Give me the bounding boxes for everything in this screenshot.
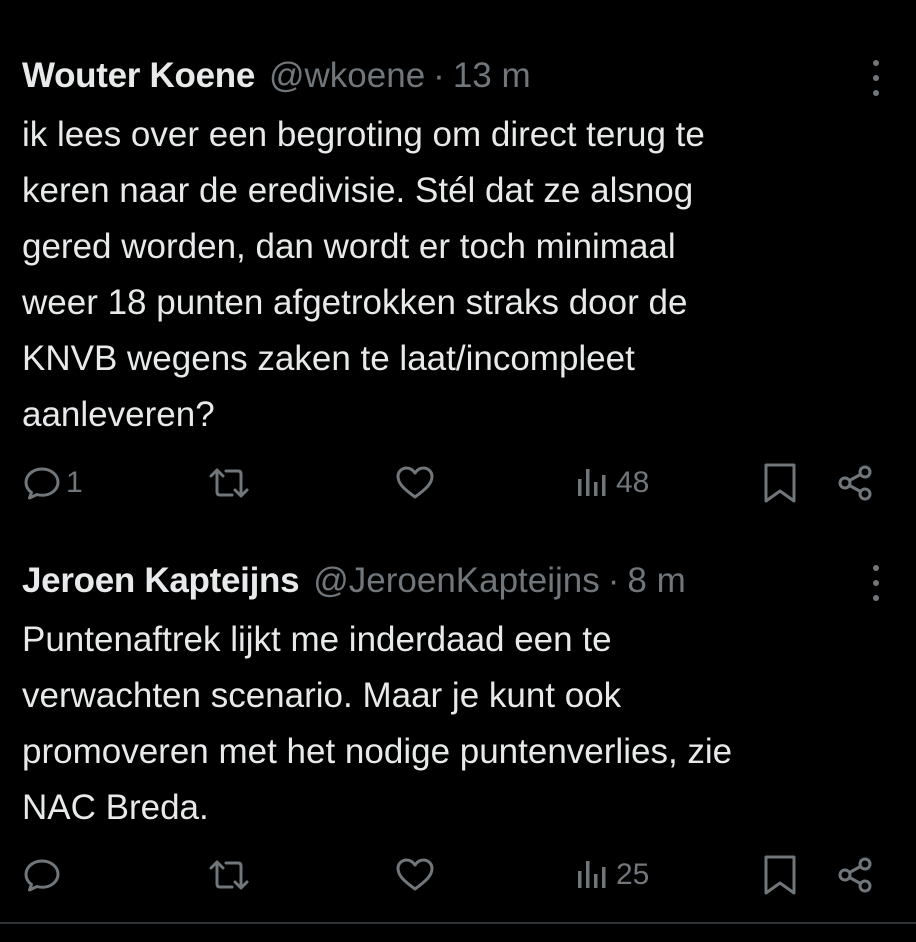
bookmark-icon — [764, 463, 796, 503]
retweet-icon — [209, 468, 249, 498]
user-handle[interactable]: @JeroenKapteijns — [313, 555, 600, 607]
views-button[interactable]: 25 — [576, 853, 649, 897]
reply-button[interactable] — [22, 853, 66, 897]
bookmark-button[interactable] — [762, 853, 798, 897]
reply-icon — [24, 467, 60, 500]
more-icon[interactable] — [864, 565, 888, 601]
bookmark-icon — [764, 855, 796, 895]
views-count: 25 — [616, 858, 650, 891]
retweet-button[interactable] — [205, 853, 253, 897]
timestamp[interactable]: 13 m — [453, 50, 531, 102]
views-icon — [578, 469, 606, 496]
views-button[interactable]: 48 — [576, 461, 649, 505]
like-button[interactable] — [394, 461, 436, 505]
user-handle[interactable]: @wkoene — [269, 50, 425, 102]
bottom-divider — [0, 922, 916, 924]
like-button[interactable] — [394, 853, 436, 897]
tweet-header: Jeroen Kapteijns @JeroenKapteijns · 8 m — [22, 555, 686, 607]
reply-count: 1 — [66, 466, 83, 499]
share-button[interactable] — [836, 853, 876, 897]
tweet-text: Puntenaftrek lijkt me inderdaad een te v… — [22, 620, 733, 827]
tweet-actions: 1 48 — [0, 461, 916, 505]
tweet-actions: 25 — [0, 853, 916, 897]
display-name[interactable]: Wouter Koene — [22, 50, 255, 102]
bookmark-button[interactable] — [762, 461, 798, 505]
reply-icon — [24, 859, 60, 892]
reply-button[interactable]: 1 — [22, 461, 83, 505]
share-icon — [838, 857, 872, 893]
views-count: 48 — [616, 466, 650, 499]
views-icon — [578, 861, 606, 888]
separator-dot: · — [607, 561, 620, 600]
heart-icon — [396, 858, 434, 891]
tweet-header: Wouter Koene @wkoene · 13 m — [22, 50, 531, 102]
timestamp[interactable]: 8 m — [627, 555, 685, 607]
share-icon — [838, 465, 872, 501]
retweet-button[interactable] — [205, 461, 253, 505]
separator-dot: · — [433, 56, 445, 95]
display-name[interactable]: Jeroen Kapteijns — [22, 555, 300, 607]
retweet-icon — [209, 860, 249, 890]
heart-icon — [396, 466, 434, 499]
tweet-divider — [0, 518, 916, 519]
tweet-text: ik lees over een begroting om direct ter… — [22, 115, 705, 434]
more-icon[interactable] — [864, 60, 888, 96]
share-button[interactable] — [836, 461, 876, 505]
